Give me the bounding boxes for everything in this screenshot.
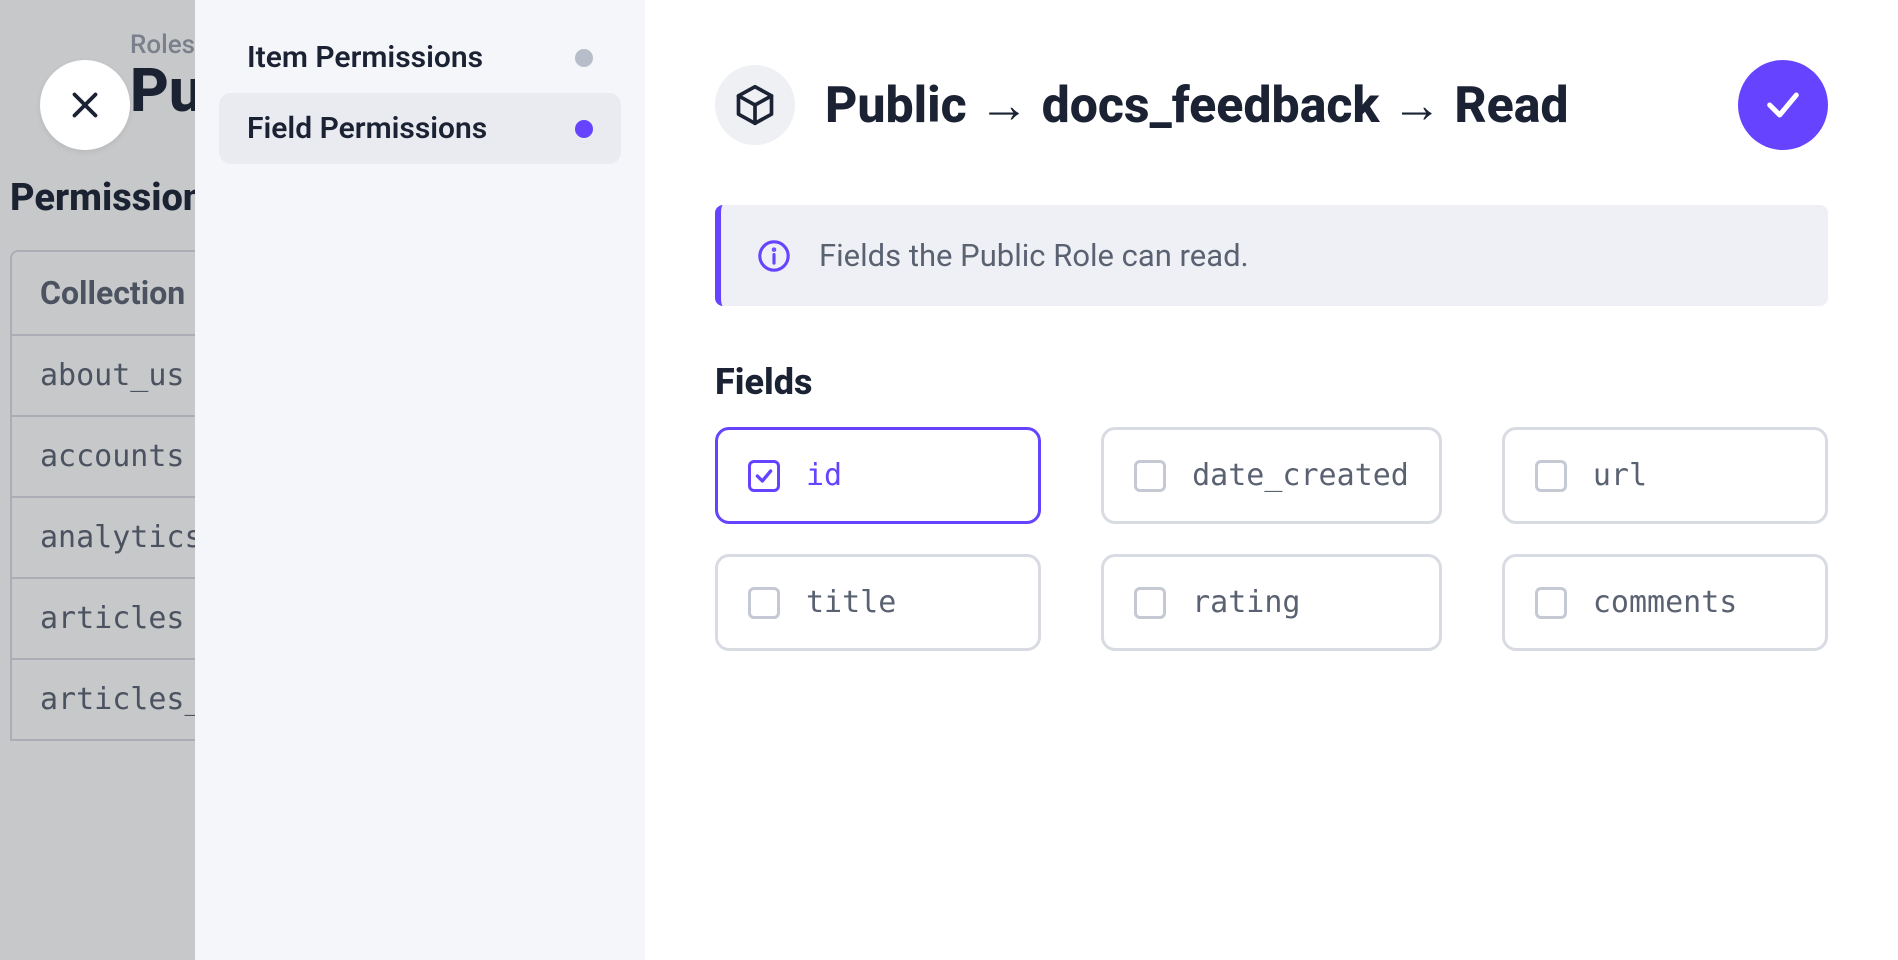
fields-section: Fields id date_created	[715, 361, 1828, 651]
drawer-header: Public → docs_feedback → Read	[715, 60, 1828, 150]
checkbox[interactable]	[748, 587, 780, 619]
field-card-title[interactable]: title	[715, 554, 1041, 651]
field-label: date_created	[1192, 458, 1409, 493]
sidebar-item-item-permissions[interactable]: Item Permissions	[219, 22, 621, 93]
sidebar-item-label: Field Permissions	[247, 111, 487, 146]
field-card-rating[interactable]: rating	[1101, 554, 1442, 651]
fields-grid: id date_created url	[715, 427, 1828, 651]
field-card-comments[interactable]: comments	[1502, 554, 1828, 651]
checkbox[interactable]	[1134, 587, 1166, 619]
info-banner: Fields the Public Role can read.	[715, 205, 1828, 306]
info-icon	[757, 239, 791, 273]
field-label: title	[806, 585, 896, 620]
field-card-id[interactable]: id	[715, 427, 1041, 524]
cube-icon	[733, 83, 777, 127]
field-label: url	[1593, 458, 1647, 493]
field-label: rating	[1192, 585, 1300, 620]
check-icon	[1763, 85, 1803, 125]
status-dot-icon	[575, 49, 593, 67]
fields-heading: Fields	[715, 361, 1828, 403]
field-card-url[interactable]: url	[1502, 427, 1828, 524]
check-icon	[754, 466, 774, 486]
checkbox[interactable]	[748, 460, 780, 492]
checkbox[interactable]	[1535, 587, 1567, 619]
info-banner-text: Fields the Public Role can read.	[819, 237, 1249, 274]
close-icon	[67, 87, 103, 123]
sidebar-item-label: Item Permissions	[247, 40, 483, 75]
sidebar-panel: Item Permissions Field Permissions	[195, 0, 645, 960]
checkbox[interactable]	[1535, 460, 1567, 492]
sidebar-item-field-permissions[interactable]: Field Permissions	[219, 93, 621, 164]
status-dot-icon	[575, 120, 593, 138]
field-label: comments	[1593, 585, 1738, 620]
field-card-date-created[interactable]: date_created	[1101, 427, 1442, 524]
drawer-title: Public → docs_feedback → Read	[825, 76, 1708, 135]
checkbox[interactable]	[1134, 460, 1166, 492]
header-icon-container	[715, 65, 795, 145]
confirm-button[interactable]	[1738, 60, 1828, 150]
main-drawer: Public → docs_feedback → Read Fields the…	[645, 0, 1898, 960]
field-label: id	[806, 458, 842, 493]
close-button[interactable]	[40, 60, 130, 150]
